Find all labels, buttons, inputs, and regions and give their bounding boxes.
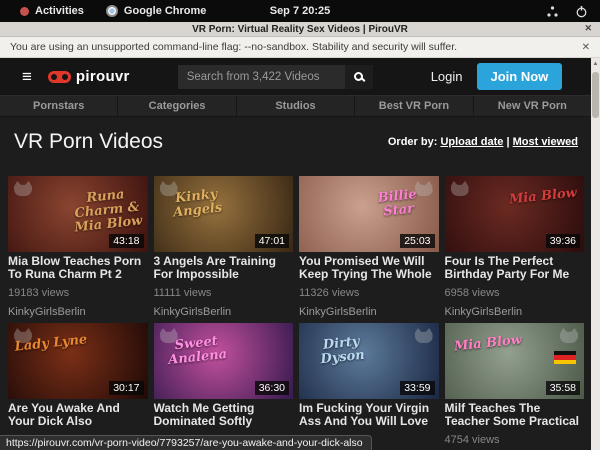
thumbnail-overlay-text: Mia Blow xyxy=(450,333,525,355)
order-separator: | xyxy=(506,136,509,148)
video-title-link[interactable]: Are You Awake And Your Dick Also xyxy=(8,402,148,428)
nav-item-new-vr-porn[interactable]: New VR Porn xyxy=(474,96,591,116)
vr-goggles-logo-icon xyxy=(48,71,71,83)
site-logo[interactable]: pirouvr xyxy=(48,68,130,85)
menu-icon[interactable]: ≡ xyxy=(22,68,32,85)
video-thumbnail[interactable]: Runa Charm & Mia Blow 43:18 xyxy=(8,176,148,252)
nav-item-pornstars[interactable]: Pornstars xyxy=(0,96,118,116)
video-duration-badge: 25:03 xyxy=(400,234,434,248)
studio-cat-logo-icon xyxy=(415,328,433,343)
activities-label: Activities xyxy=(35,5,84,17)
video-views: 6958 views xyxy=(445,287,585,299)
video-title-link[interactable]: Milf Teaches The Teacher Some Practical … xyxy=(445,402,585,428)
scroll-up-icon[interactable]: ▲ xyxy=(591,58,600,67)
scrollbar[interactable]: ▲ xyxy=(591,58,600,450)
nav-item-categories[interactable]: Categories xyxy=(118,96,236,116)
video-duration-badge: 39:36 xyxy=(546,234,580,248)
studio-cat-logo-icon xyxy=(560,328,578,343)
video-title-link[interactable]: You Promised We Will Keep Trying The Who… xyxy=(299,255,439,281)
thumbnail-overlay-text: Billie Star xyxy=(359,186,436,222)
search-button[interactable] xyxy=(345,65,373,89)
clock[interactable]: Sep 7 20:25 xyxy=(270,5,331,17)
video-studio-link[interactable]: KinkyGirlsBerlin xyxy=(445,306,585,318)
network-icon[interactable] xyxy=(546,5,559,18)
video-duration-badge: 36:30 xyxy=(255,381,289,395)
order-by: Order by: Upload date | Most viewed xyxy=(388,136,578,148)
logo-text: pirouvr xyxy=(76,68,130,85)
order-most-viewed-link[interactable]: Most viewed xyxy=(513,136,578,148)
system-top-bar: Activities Google Chrome Sep 7 20:25 xyxy=(0,0,600,22)
focused-app-menu[interactable]: Google Chrome xyxy=(106,5,207,17)
video-duration-badge: 47:01 xyxy=(255,234,289,248)
video-studio-link[interactable]: KinkyGirlsBerlin xyxy=(8,306,148,318)
status-bar-url: https://pirouvr.com/vr-porn-video/779325… xyxy=(0,435,372,450)
join-now-button[interactable]: Join Now xyxy=(477,63,563,90)
video-thumbnail[interactable]: Kinky Angels 47:01 xyxy=(154,176,294,252)
app-name-label: Google Chrome xyxy=(124,5,207,17)
video-card[interactable]: Billie Star 25:03 You Promised We Will K… xyxy=(299,176,439,318)
video-thumbnail[interactable]: Dirty Dyson 33:59 xyxy=(299,323,439,399)
video-views: 19183 views xyxy=(8,287,148,299)
power-icon[interactable] xyxy=(575,5,588,18)
video-card[interactable]: Mia Blow 35:58 Milf Teaches The Teacher … xyxy=(445,323,585,450)
site-header: ≡ pirouvr Login Join Now xyxy=(0,58,600,95)
video-duration-badge: 35:58 xyxy=(546,381,580,395)
video-card[interactable]: Lady Lyne 30:17 Are You Awake And Your D… xyxy=(8,323,148,450)
warning-close-icon[interactable]: ✕ xyxy=(582,42,590,53)
order-upload-date-link[interactable]: Upload date xyxy=(440,136,503,148)
order-by-label: Order by: xyxy=(388,136,438,148)
window-close-icon[interactable]: ✕ xyxy=(584,23,592,34)
video-title-link[interactable]: Four Is The Perfect Birthday Party For M… xyxy=(445,255,585,281)
search-bar xyxy=(178,65,373,89)
page-header: VR Porn Videos Order by: Upload date | M… xyxy=(0,117,600,154)
video-studio-link[interactable]: KinkyGirlsBerlin xyxy=(299,306,439,318)
video-title-link[interactable]: Im Fucking Your Virgin Ass And You Will … xyxy=(299,402,439,428)
video-card[interactable]: Mia Blow 39:36 Four Is The Perfect Birth… xyxy=(445,176,585,318)
search-input[interactable] xyxy=(178,65,345,89)
video-duration-badge: 30:17 xyxy=(109,381,143,395)
video-thumbnail[interactable]: Mia Blow 35:58 xyxy=(445,323,585,399)
video-title-link[interactable]: 3 Angels Are Training For Impossible Mis… xyxy=(154,255,294,281)
video-duration-badge: 43:18 xyxy=(109,234,143,248)
site-nav: Pornstars Categories Studios Best VR Por… xyxy=(0,95,600,117)
thumbnail-overlay-text: Dirty Dyson xyxy=(304,333,381,369)
video-card[interactable]: Sweet Analena 36:30 Watch Me Getting Dom… xyxy=(154,323,294,450)
video-duration-badge: 33:59 xyxy=(400,381,434,395)
page-title: VR Porn Videos xyxy=(14,130,163,154)
screen: Activities Google Chrome Sep 7 20:25 VR … xyxy=(0,0,600,450)
german-flag-icon xyxy=(554,351,576,364)
video-studio-link[interactable]: KinkyGirlsBerlin xyxy=(154,306,294,318)
warning-infobar: You are using an unsupported command-lin… xyxy=(0,37,600,58)
window-title-bar: VR Porn: Virtual Reality Sex Videos | Pi… xyxy=(0,22,600,37)
warning-message: You are using an unsupported command-lin… xyxy=(10,41,457,53)
video-thumbnail[interactable]: Sweet Analena 36:30 xyxy=(154,323,294,399)
video-views: 4754 views xyxy=(445,434,585,446)
video-card[interactable]: Runa Charm & Mia Blow 43:18 Mia Blow Tea… xyxy=(8,176,148,318)
nav-item-studios[interactable]: Studios xyxy=(237,96,355,116)
studio-cat-logo-icon xyxy=(451,181,469,196)
thumbnail-overlay-text: Runa Charm & Mia Blow xyxy=(68,186,146,236)
video-title-link[interactable]: Watch Me Getting Dominated Softly xyxy=(154,402,294,428)
video-thumbnail[interactable]: Mia Blow 39:36 xyxy=(445,176,585,252)
video-views: 11326 views xyxy=(299,287,439,299)
video-thumbnail[interactable]: Billie Star 25:03 xyxy=(299,176,439,252)
activities-button[interactable]: Activities xyxy=(20,5,84,17)
scrollbar-thumb[interactable] xyxy=(592,72,599,118)
video-title-link[interactable]: Mia Blow Teaches Porn To Runa Charm Pt 2 xyxy=(8,255,148,281)
video-views: 11111 views xyxy=(154,287,294,299)
thumbnail-overlay-text: Mia Blow xyxy=(505,186,580,208)
video-grid: Runa Charm & Mia Blow 43:18 Mia Blow Tea… xyxy=(8,176,584,450)
video-card[interactable]: Dirty Dyson 33:59 Im Fucking Your Virgin… xyxy=(299,323,439,450)
login-link[interactable]: Login xyxy=(431,69,463,84)
video-card[interactable]: Kinky Angels 47:01 3 Angels Are Training… xyxy=(154,176,294,318)
video-thumbnail[interactable]: Lady Lyne 30:17 xyxy=(8,323,148,399)
nav-item-best-vr-porn[interactable]: Best VR Porn xyxy=(355,96,473,116)
recording-indicator-icon xyxy=(20,7,29,16)
window-title: VR Porn: Virtual Reality Sex Videos | Pi… xyxy=(192,24,408,35)
studio-cat-logo-icon xyxy=(14,181,32,196)
search-icon xyxy=(354,72,363,81)
chrome-icon xyxy=(106,5,118,17)
